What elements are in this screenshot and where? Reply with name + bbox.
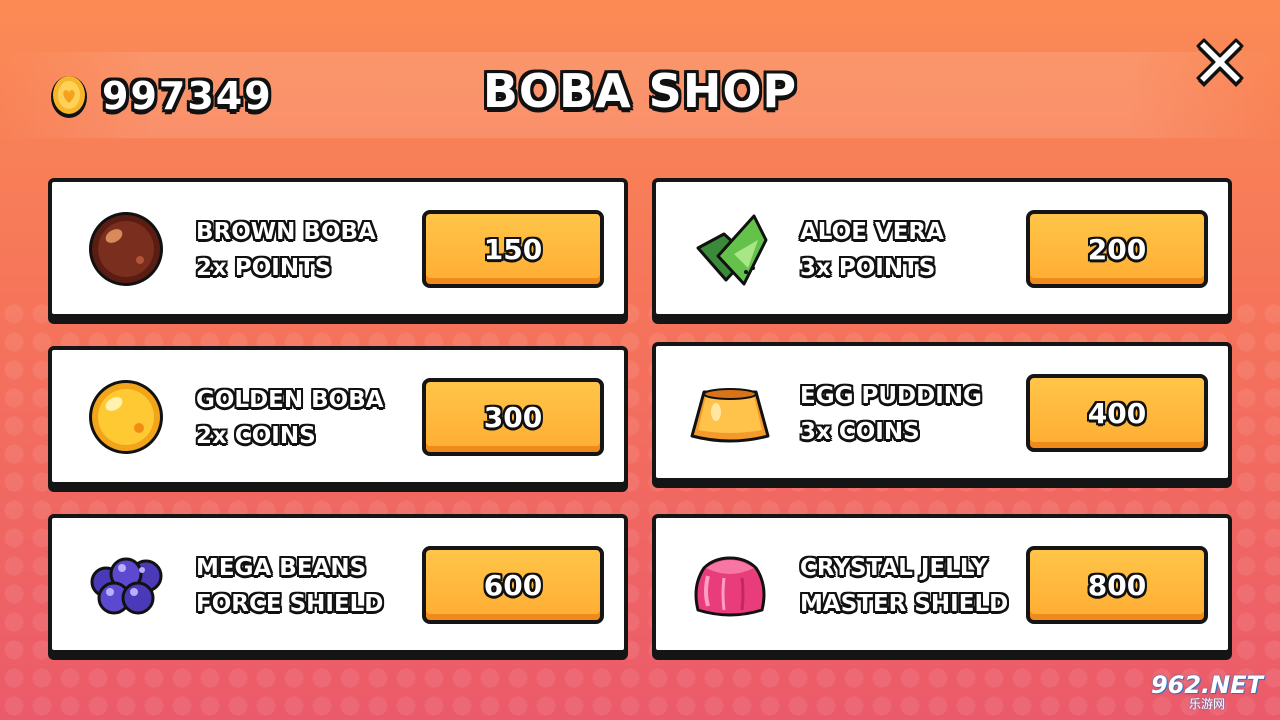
- price-label: 300: [483, 400, 543, 434]
- price-label: 600: [483, 568, 543, 602]
- item-name-line1: MEGA BEANS: [196, 555, 367, 581]
- item-name: CRYSTAL JELLY MASTER SHIELD: [800, 550, 1008, 622]
- item-name-line1: CRYSTAL JELLY: [800, 555, 988, 581]
- close-icon: [1196, 38, 1244, 87]
- buy-button[interactable]: 200: [1026, 210, 1208, 288]
- crystal-jelly-icon: [694, 556, 766, 617]
- buy-button[interactable]: 150: [422, 210, 604, 288]
- buy-button[interactable]: 600: [422, 546, 604, 624]
- item-name-line1: ALOE VERA: [800, 219, 944, 245]
- item-name-line2: 2x COINS: [196, 423, 316, 449]
- item-name-line2: 3x COINS: [800, 419, 920, 445]
- item-name: EGG PUDDING 3x COINS: [800, 378, 982, 450]
- buy-button[interactable]: 300: [422, 378, 604, 456]
- page-title: BOBA SHOP: [482, 64, 798, 118]
- shop-item-aloe-vera: ALOE VERA 3x POINTS 200: [652, 178, 1232, 318]
- item-name: MEGA BEANS FORCE SHIELD: [196, 550, 383, 622]
- shop-item-crystal-jelly: CRYSTAL JELLY MASTER SHIELD 800: [652, 514, 1232, 654]
- shop-item-mega-beans: MEGA BEANS FORCE SHIELD 600: [48, 514, 628, 654]
- price-label: 200: [1087, 232, 1147, 266]
- price-label: 800: [1087, 568, 1147, 602]
- item-name-line1: EGG PUDDING: [800, 383, 982, 409]
- aloe-vera-icon: [696, 214, 768, 286]
- item-name-line2: 2x POINTS: [196, 255, 332, 281]
- item-name-line2: 3x POINTS: [800, 255, 936, 281]
- close-button[interactable]: [1194, 36, 1246, 88]
- mega-beans-icon: [90, 557, 163, 615]
- item-name-line1: BROWN BOBA: [196, 219, 376, 245]
- egg-pudding-icon: [690, 388, 770, 443]
- price-label: 150: [483, 232, 543, 266]
- item-name: ALOE VERA 3x POINTS: [800, 214, 944, 286]
- golden-boba-icon: [89, 380, 163, 454]
- shop-item-egg-pudding: EGG PUDDING 3x COINS 400: [652, 342, 1232, 482]
- shop-item-brown-boba: BROWN BOBA 2x POINTS 150: [48, 178, 628, 318]
- buy-button[interactable]: 400: [1026, 374, 1208, 452]
- item-name: BROWN BOBA 2x POINTS: [196, 214, 376, 286]
- item-name: GOLDEN BOBA 2x COINS: [196, 382, 384, 454]
- watermark-sub: 乐游网: [1188, 697, 1225, 711]
- buy-button[interactable]: 800: [1026, 546, 1208, 624]
- item-name-line2: MASTER SHIELD: [800, 591, 1009, 617]
- item-name-line1: GOLDEN BOBA: [196, 387, 384, 413]
- watermark: 962.NET 乐游网: [1140, 668, 1274, 716]
- shop-item-golden-boba: GOLDEN BOBA 2x COINS 300: [48, 346, 628, 486]
- watermark-main: 962.NET: [1150, 671, 1264, 699]
- item-name-line2: FORCE SHIELD: [196, 591, 384, 617]
- brown-boba-icon: [89, 212, 163, 286]
- price-label: 400: [1087, 396, 1147, 430]
